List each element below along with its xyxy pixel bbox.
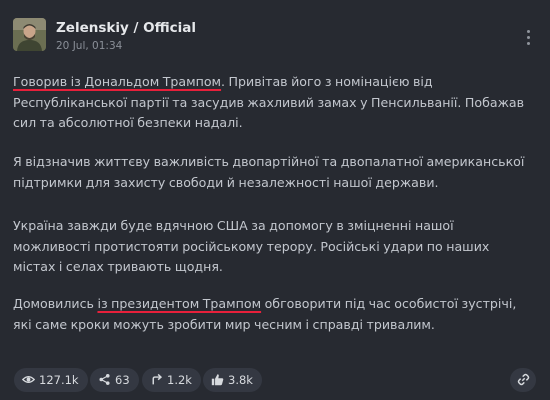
views-count[interactable]: 127.1k xyxy=(14,368,88,392)
forwards-count[interactable]: 1.2k xyxy=(142,368,201,392)
post-footer: 127.1k 63 1.2k 3.8k xyxy=(14,368,536,394)
text-segment: Україна завжди буде вдячною США за допом… xyxy=(13,218,490,274)
eye-icon xyxy=(22,373,35,386)
paragraph-3: Україна завжди буде вдячною США за допом… xyxy=(13,216,533,278)
share-icon xyxy=(98,373,111,386)
shares-count[interactable]: 63 xyxy=(90,368,139,392)
paragraph-1: Говорив із Дональдом Трампом. Привітав й… xyxy=(13,72,533,134)
post-timestamp: 20 Jul, 01:34 xyxy=(56,40,123,52)
copy-link-button[interactable] xyxy=(510,368,536,392)
paragraph-4: Домовились із президентом Трампом обгово… xyxy=(13,294,533,335)
text-segment: Я відзначив життєву важливість двопартій… xyxy=(13,154,525,190)
author-name[interactable]: Zelenskiy / Official xyxy=(56,20,196,36)
text-segment: Домовились xyxy=(13,296,98,311)
more-vertical-icon[interactable] xyxy=(524,28,534,48)
paragraph-2: Я відзначив життєву важливість двопартій… xyxy=(13,152,533,193)
reactions-count[interactable]: 3.8k xyxy=(203,368,262,392)
views-value: 127.1k xyxy=(39,373,79,387)
link-icon xyxy=(517,373,530,386)
forwards-value: 1.2k xyxy=(167,373,192,387)
underlined-phrase: із президентом Трампом xyxy=(97,296,262,311)
avatar[interactable] xyxy=(13,18,46,51)
forward-arrow-icon xyxy=(150,373,163,386)
thumbs-up-icon xyxy=(211,373,224,386)
post-card: Zelenskiy / Official 20 Jul, 01:34 Говор… xyxy=(0,0,550,400)
underlined-phrase: Говорив із Дональдом Трампом xyxy=(13,74,222,89)
shares-value: 63 xyxy=(115,373,130,387)
reactions-value: 3.8k xyxy=(228,373,253,387)
